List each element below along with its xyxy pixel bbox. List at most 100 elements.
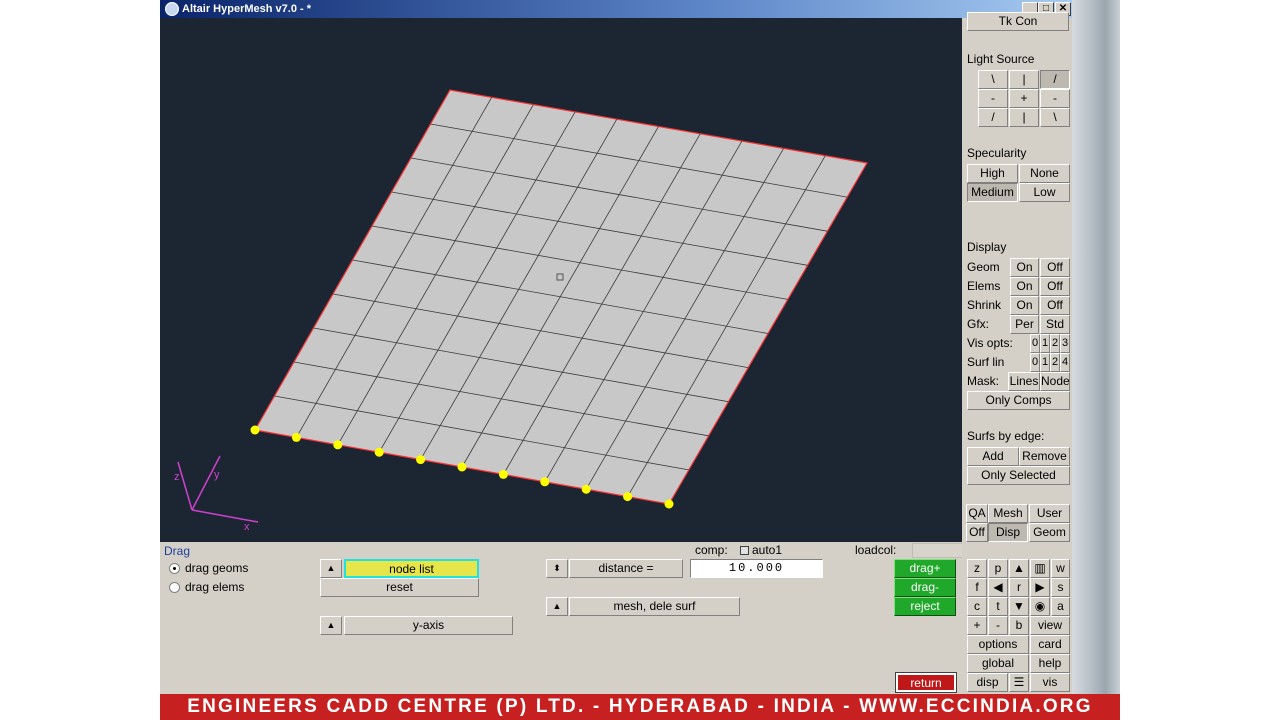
top-button[interactable]: t (988, 597, 1008, 616)
specularity-none-button[interactable]: None (1019, 164, 1070, 183)
selected-node[interactable] (291, 432, 301, 442)
zoom-out-button[interactable]: - (988, 616, 1008, 635)
light-n-button[interactable]: | (1009, 70, 1039, 89)
distance-button[interactable]: distance = (569, 559, 683, 578)
mesh-dele-surf-button[interactable]: mesh, dele surf (569, 597, 740, 616)
selected-node[interactable] (416, 455, 426, 465)
surf-lin-0-button[interactable]: 0 (1030, 353, 1040, 372)
selected-node[interactable] (623, 492, 633, 502)
drag-plus-button[interactable]: drag+ (894, 559, 956, 578)
display-title: Display (967, 240, 1007, 254)
only-selected-button[interactable]: Only Selected (967, 466, 1070, 485)
elems-off-button[interactable]: Off (1040, 277, 1070, 296)
return-button[interactable]: return (895, 672, 957, 693)
reject-button[interactable]: reject (894, 597, 956, 616)
graphics-viewport[interactable]: x z y (160, 18, 962, 542)
light-ne-button[interactable]: / (1040, 70, 1070, 89)
gfx-std-button[interactable]: Std (1040, 315, 1070, 334)
surfs-add-button[interactable]: Add (967, 447, 1019, 466)
geom-off-button[interactable]: Off (1040, 258, 1070, 277)
selected-node[interactable] (374, 447, 384, 457)
axis-button[interactable]: a (1051, 597, 1070, 616)
specularity-high-button[interactable]: High (967, 164, 1018, 183)
geom-on-button[interactable]: On (1010, 258, 1039, 277)
light-sw-button[interactable]: / (978, 108, 1008, 127)
vis-opts-0-button[interactable]: 0 (1030, 334, 1040, 353)
distance-input[interactable]: 10.000 (690, 559, 823, 578)
y-axis-button[interactable]: y-axis (344, 616, 513, 635)
rotate-up-button[interactable]: ▲ (1009, 559, 1029, 578)
node-list-toggle[interactable]: ▲ (320, 559, 342, 578)
tkcon-button[interactable]: Tk Con (967, 12, 1069, 31)
light-e-button[interactable]: - (1040, 89, 1070, 108)
surf-lin-2-button[interactable]: 2 (1050, 353, 1060, 372)
global-button[interactable]: global (967, 654, 1029, 673)
selected-node[interactable] (540, 477, 550, 487)
loadcol-label: loadcol: (855, 543, 897, 557)
vis-opts-2-button[interactable]: 2 (1050, 334, 1060, 353)
b-button[interactable]: b (1009, 616, 1029, 635)
drag-minus-button[interactable]: drag- (894, 578, 956, 597)
zoom-in-button[interactable]: + (967, 616, 987, 635)
selected-node[interactable] (333, 440, 343, 450)
rotate-down-button[interactable]: ▼ (1009, 597, 1029, 616)
rotate-right-button[interactable]: ▶ (1030, 578, 1050, 597)
rotate-left-button[interactable]: ◀ (988, 578, 1008, 597)
zoom-button[interactable]: z (967, 559, 987, 578)
node-list-button[interactable]: node list (344, 559, 479, 578)
help-button[interactable]: help (1030, 654, 1070, 673)
center-button[interactable]: c (967, 597, 987, 616)
vis-opts-3-button[interactable]: 3 (1060, 334, 1070, 353)
selected-node[interactable] (581, 484, 591, 494)
specularity-low-button[interactable]: Low (1019, 183, 1070, 202)
selected-node[interactable] (457, 462, 467, 472)
reset-view-button[interactable]: r (1009, 578, 1029, 597)
comp-selector[interactable]: auto1 (740, 543, 850, 558)
drag-elems-radio[interactable] (169, 582, 180, 593)
light-w-button[interactable]: - (978, 89, 1008, 108)
shade-button[interactable]: s (1051, 578, 1070, 597)
tab-qa[interactable]: QA (966, 504, 988, 523)
target-icon[interactable]: ◉ (1030, 597, 1050, 616)
specularity-medium-button[interactable]: Medium (967, 183, 1018, 202)
tab-off[interactable]: Off (966, 523, 988, 542)
grid-icon[interactable]: ▥ (1030, 559, 1050, 578)
tab-geom[interactable]: Geom (1029, 523, 1070, 542)
selected-node[interactable] (250, 425, 260, 435)
disp-button[interactable]: disp (967, 673, 1008, 692)
list-icon[interactable]: ☰ (1009, 673, 1029, 692)
distance-toggle[interactable]: ⬍ (546, 559, 568, 578)
mask-lines-button[interactable]: Lines (1008, 372, 1040, 391)
vis-button[interactable]: vis (1030, 673, 1070, 692)
mesh-option-toggle[interactable]: ▲ (546, 597, 568, 616)
drag-geoms-radio[interactable] (169, 563, 180, 574)
window-button[interactable]: w (1051, 559, 1070, 578)
reset-button[interactable]: reset (320, 578, 479, 597)
light-se-button[interactable]: \ (1040, 108, 1070, 127)
vis-opts-1-button[interactable]: 1 (1040, 334, 1050, 353)
tab-disp[interactable]: Disp (988, 523, 1028, 542)
shrink-off-button[interactable]: Off (1040, 296, 1070, 315)
fit-button[interactable]: f (967, 578, 987, 597)
view-button[interactable]: view (1030, 616, 1070, 635)
surf-lin-1-button[interactable]: 1 (1040, 353, 1050, 372)
selected-node[interactable] (498, 469, 508, 479)
options-button[interactable]: options (967, 635, 1029, 654)
only-comps-button[interactable]: Only Comps (967, 391, 1070, 410)
tab-user[interactable]: User (1029, 504, 1070, 523)
light-s-button[interactable]: | (1009, 108, 1039, 127)
tab-mesh[interactable]: Mesh (988, 504, 1028, 523)
mask-node-button[interactable]: Node (1040, 372, 1070, 391)
card-button[interactable]: card (1030, 635, 1070, 654)
surf-lin-4-button[interactable]: 4 (1060, 353, 1070, 372)
selected-node[interactable] (664, 499, 674, 509)
light-center-button[interactable]: + (1009, 89, 1039, 108)
pan-button[interactable]: p (988, 559, 1008, 578)
x-axis-label: x (244, 521, 250, 533)
elems-on-button[interactable]: On (1010, 277, 1039, 296)
shrink-on-button[interactable]: On (1010, 296, 1039, 315)
gfx-per-button[interactable]: Per (1010, 315, 1039, 334)
surfs-remove-button[interactable]: Remove (1019, 447, 1070, 466)
light-nw-button[interactable]: \ (978, 70, 1008, 89)
axis-toggle[interactable]: ▲ (320, 616, 342, 635)
